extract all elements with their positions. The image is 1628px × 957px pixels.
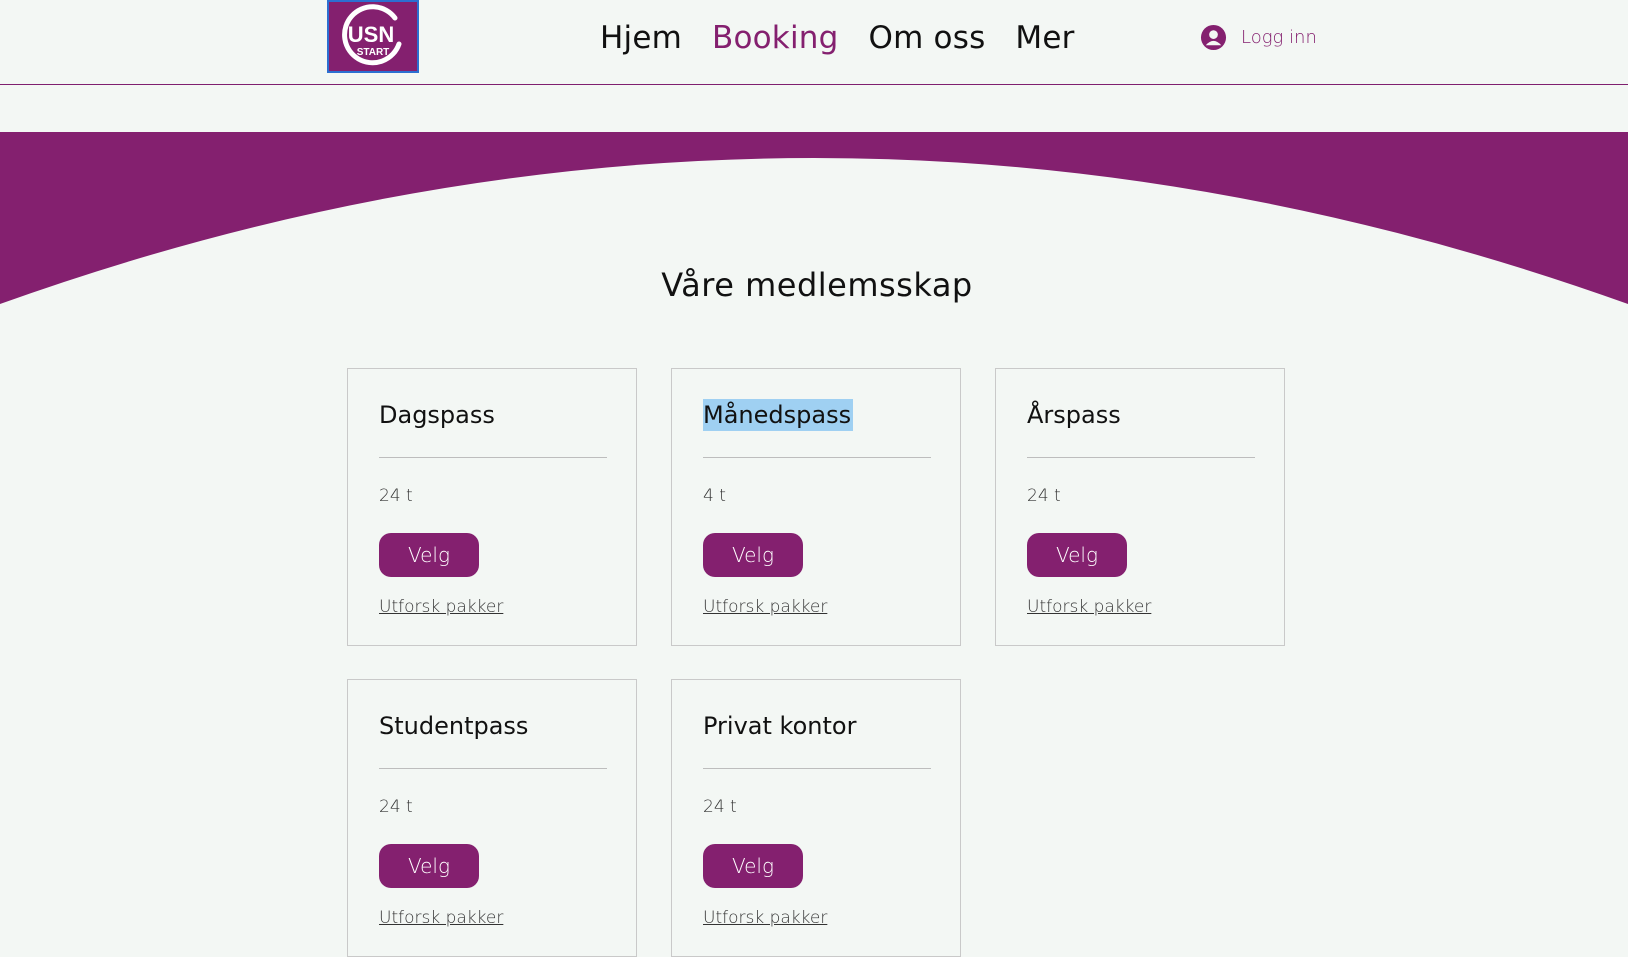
explore-packages-link[interactable]: Utforsk pakker xyxy=(703,597,827,617)
card-duration: 24 t xyxy=(379,797,413,817)
card-divider xyxy=(379,768,607,769)
logo-text-main: USN xyxy=(348,22,394,47)
card-title: Studentpass xyxy=(379,712,529,740)
card-divider xyxy=(703,768,931,769)
usn-start-logo[interactable]: USN START xyxy=(327,0,419,73)
membership-card-arspass: Årspass 24 t Velg Utforsk pakker xyxy=(995,368,1285,646)
select-button[interactable]: Velg xyxy=(1027,533,1127,577)
user-avatar-icon xyxy=(1200,24,1227,51)
site-header: USN START Hjem Booking Om oss Mer Logg i… xyxy=(0,0,1628,85)
select-button[interactable]: Velg xyxy=(379,533,479,577)
main-nav: Hjem Booking Om oss Mer xyxy=(600,20,1075,56)
login-button[interactable]: Logg inn xyxy=(1200,24,1317,51)
explore-packages-link[interactable]: Utforsk pakker xyxy=(1027,597,1151,617)
card-title: Dagspass xyxy=(379,401,495,429)
login-label: Logg inn xyxy=(1241,27,1317,48)
explore-packages-link[interactable]: Utforsk pakker xyxy=(703,908,827,928)
explore-packages-link[interactable]: Utforsk pakker xyxy=(379,597,503,617)
card-divider xyxy=(703,457,931,458)
membership-card-studentpass: Studentpass 24 t Velg Utforsk pakker xyxy=(347,679,637,957)
card-title: Privat kontor xyxy=(703,712,857,740)
select-button[interactable]: Velg xyxy=(703,533,803,577)
select-button[interactable]: Velg xyxy=(703,844,803,888)
card-duration: 24 t xyxy=(1027,486,1061,506)
card-divider xyxy=(1027,457,1255,458)
membership-card-dagspass: Dagspass 24 t Velg Utforsk pakker xyxy=(347,368,637,646)
card-duration: 4 t xyxy=(703,486,726,506)
nav-item-mer[interactable]: Mer xyxy=(1015,20,1074,56)
card-title: Årspass xyxy=(1027,401,1121,429)
nav-item-om-oss[interactable]: Om oss xyxy=(869,20,986,56)
select-button[interactable]: Velg xyxy=(379,844,479,888)
nav-item-booking[interactable]: Booking xyxy=(712,20,839,56)
explore-packages-link[interactable]: Utforsk pakker xyxy=(379,908,503,928)
page-title: Våre medlemsskap xyxy=(661,266,973,304)
logo-text-sub: START xyxy=(357,47,390,58)
card-divider xyxy=(379,457,607,458)
card-duration: 24 t xyxy=(379,486,413,506)
nav-item-hjem[interactable]: Hjem xyxy=(600,20,682,56)
card-duration: 24 t xyxy=(703,797,737,817)
membership-card-manedspass: Månedspass 4 t Velg Utforsk pakker xyxy=(671,368,961,646)
logo-mark-icon: USN START xyxy=(342,4,402,66)
membership-card-privat-kontor: Privat kontor 24 t Velg Utforsk pakker xyxy=(671,679,961,957)
card-title: Månedspass xyxy=(703,399,854,431)
